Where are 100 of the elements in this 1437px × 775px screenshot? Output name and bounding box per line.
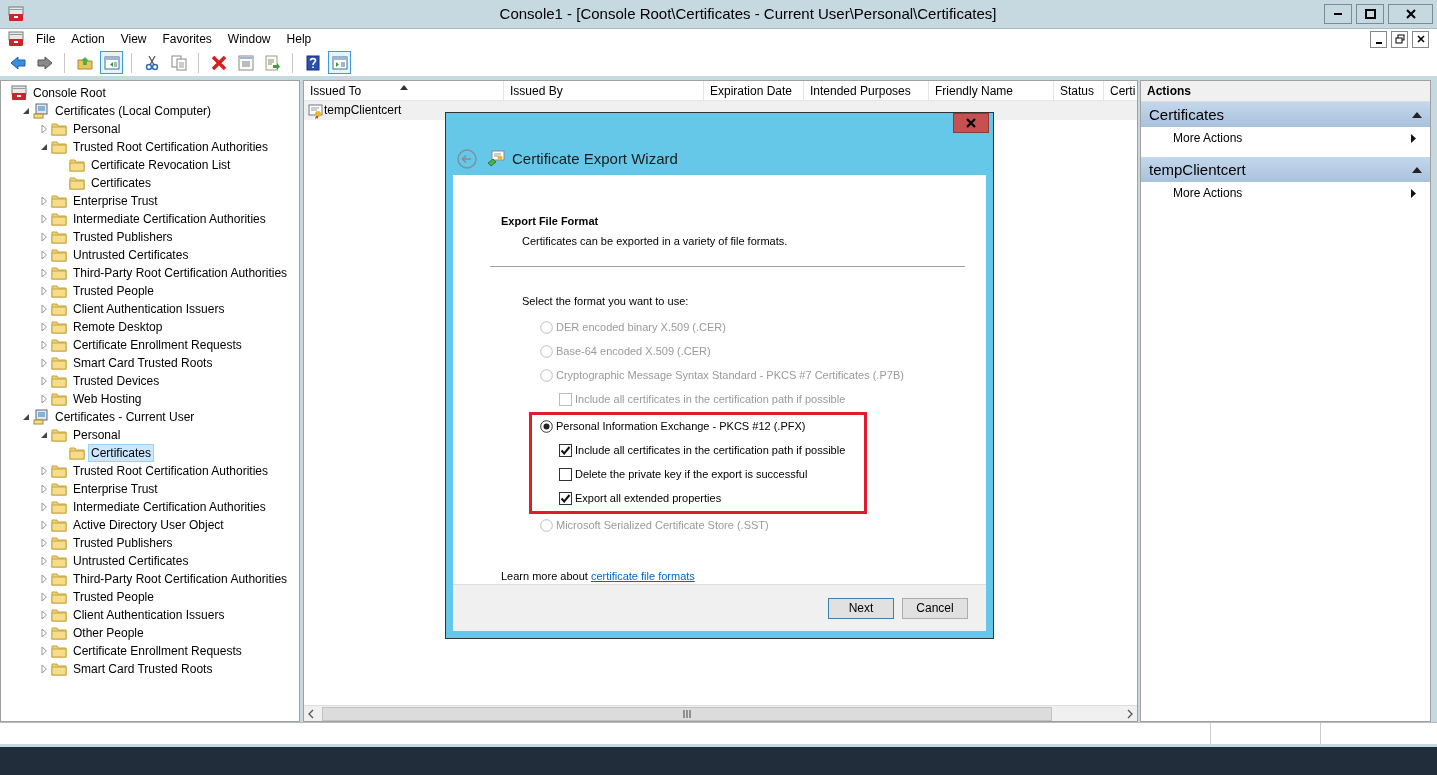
tree-item[interactable]: Trusted Root Certification Authorities (70, 138, 271, 156)
minimize-button[interactable] (1324, 4, 1352, 24)
pane-title: Actions (1141, 81, 1430, 102)
tree-item[interactable]: Trusted People (70, 282, 157, 300)
column-header[interactable]: Status (1054, 81, 1104, 100)
folder-icon (69, 175, 85, 191)
option-label: Include all certificates in the certification path if possible (575, 443, 846, 459)
folder-icon (51, 643, 67, 659)
tree-item[interactable]: Web Hosting (70, 390, 145, 408)
checkbox[interactable] (559, 468, 572, 481)
certificate-icon (308, 102, 324, 119)
back-arrow-icon (9, 54, 26, 71)
column-header[interactable]: Issued To (304, 81, 504, 100)
tree-item[interactable]: Trusted Publishers (70, 228, 176, 246)
tree-item[interactable]: Smart Card Trusted Roots (70, 354, 216, 372)
tree-item[interactable]: Trusted Devices (70, 372, 163, 390)
section-heading: Export File Format (501, 214, 599, 229)
tree-item[interactable]: Trusted Root Certification Authorities (70, 462, 271, 480)
option-label: Delete the private key if the export is successful (575, 467, 808, 483)
menu-item[interactable]: Action (63, 29, 113, 49)
dialog-button[interactable]: Cancel (902, 597, 968, 619)
folder-icon (51, 139, 67, 155)
folder-icon (51, 481, 67, 497)
console-icon (11, 85, 27, 101)
tree-item[interactable]: Personal (70, 426, 124, 444)
submenu-arrow-icon (1411, 188, 1416, 198)
tree-item[interactable]: Certificate Enrollment Requests (70, 336, 245, 354)
tree-item[interactable]: Certificate Enrollment Requests (70, 642, 245, 660)
tree-item[interactable]: Third-Party Root Certification Authorities (70, 570, 291, 588)
action-group-header[interactable]: Certificates (1141, 102, 1430, 127)
column-header[interactable]: Intended Purposes (804, 81, 929, 100)
action-item[interactable]: More Actions (1141, 127, 1430, 149)
help-link[interactable]: certificate file formats (590, 569, 695, 582)
menu-item[interactable]: View (112, 29, 155, 49)
horizontal-scrollbar[interactable] (304, 705, 1137, 721)
radio-button[interactable] (540, 420, 553, 433)
menu-item[interactable]: Favorites (154, 29, 220, 49)
list-item[interactable]: tempClientcert (324, 101, 402, 120)
tree-item[interactable]: Enterprise Trust (70, 480, 161, 498)
tree-item[interactable]: Console Root (30, 84, 109, 102)
tree-item[interactable]: Third-Party Root Certification Authorities (70, 264, 291, 282)
tree-item[interactable]: Client Authentication Issuers (70, 300, 228, 318)
tree-item[interactable]: Active Directory User Object (70, 516, 227, 534)
option-label: DER encoded binary X.509 (.CER) (556, 320, 726, 336)
tree-item[interactable]: Other People (70, 624, 147, 642)
submenu-arrow-icon (1411, 133, 1416, 143)
folder-icon (51, 247, 67, 263)
tree-item[interactable]: Smart Card Trusted Roots (70, 660, 216, 678)
menu-item[interactable]: File (28, 29, 64, 49)
tree-item[interactable]: Intermediate Certification Authorities (70, 210, 269, 228)
group-title: Certificates (1149, 105, 1225, 125)
tree-item[interactable]: Intermediate Certification Authorities (70, 498, 269, 516)
tree-item[interactable]: Client Authentication Issuers (70, 606, 228, 624)
action-label: More Actions (1173, 185, 1243, 202)
folder-icon (51, 499, 67, 515)
column-header[interactable]: Issued By (504, 81, 704, 100)
action-item[interactable]: More Actions (1141, 182, 1430, 204)
restore-button[interactable] (1391, 30, 1408, 48)
checkbox[interactable] (559, 444, 572, 457)
tree-item[interactable]: Certificates (88, 444, 155, 462)
minimize-button[interactable] (1370, 30, 1387, 48)
menu-item[interactable]: Window (219, 29, 279, 49)
option-label: Microsoft Serialized Certificate Store (.SST) (556, 518, 769, 534)
back-button[interactable] (457, 149, 477, 169)
folder-icon (51, 355, 67, 371)
tree-item[interactable]: Trusted Publishers (70, 534, 176, 552)
tree-item[interactable]: Certificate Revocation List (88, 156, 234, 174)
maximize-button[interactable] (1356, 4, 1384, 24)
tree-item[interactable]: Enterprise Trust (70, 192, 161, 210)
folder-icon (51, 301, 67, 317)
folder-icon (51, 283, 67, 299)
tree-item[interactable]: Remote Desktop (70, 318, 166, 336)
tree-item[interactable]: Personal (70, 120, 124, 138)
tree-item[interactable]: Certificates (88, 174, 155, 192)
collapse-arrow-icon (1412, 166, 1422, 173)
learn-more-text: Learn more about certificate file formats (501, 568, 695, 584)
tree-item[interactable]: Certificates - Current User (52, 408, 198, 426)
minimize-icon (1375, 41, 1382, 44)
folder-icon (51, 391, 67, 407)
folder-icon (51, 121, 67, 137)
folder-up-icon (76, 54, 93, 71)
column-header[interactable]: Friendly Name (929, 81, 1054, 100)
tree-item[interactable]: Trusted People (70, 588, 157, 606)
tree-item[interactable]: Untrusted Certificates (70, 552, 192, 570)
close-button[interactable] (1388, 4, 1433, 24)
tree-item[interactable]: Certificates (Local Computer) (52, 102, 215, 120)
dialog-button[interactable]: Next (828, 597, 894, 619)
folder-icon (51, 427, 67, 443)
column-header[interactable]: Expiration Date (704, 81, 804, 100)
option-label: Export all extended properties (575, 491, 722, 507)
action-group-header[interactable]: tempClientcert (1141, 157, 1430, 182)
checkbox[interactable] (559, 492, 572, 505)
console-tree-button[interactable] (100, 51, 123, 74)
format-prompt: Select the format you want to use: (522, 294, 690, 309)
tree-item[interactable]: Untrusted Certificates (70, 246, 192, 264)
close-icon (1415, 34, 1426, 44)
folder-icon (51, 265, 67, 281)
restore-icon (1394, 34, 1405, 44)
close-button[interactable] (1412, 30, 1429, 48)
menu-item[interactable]: Help (278, 29, 320, 49)
